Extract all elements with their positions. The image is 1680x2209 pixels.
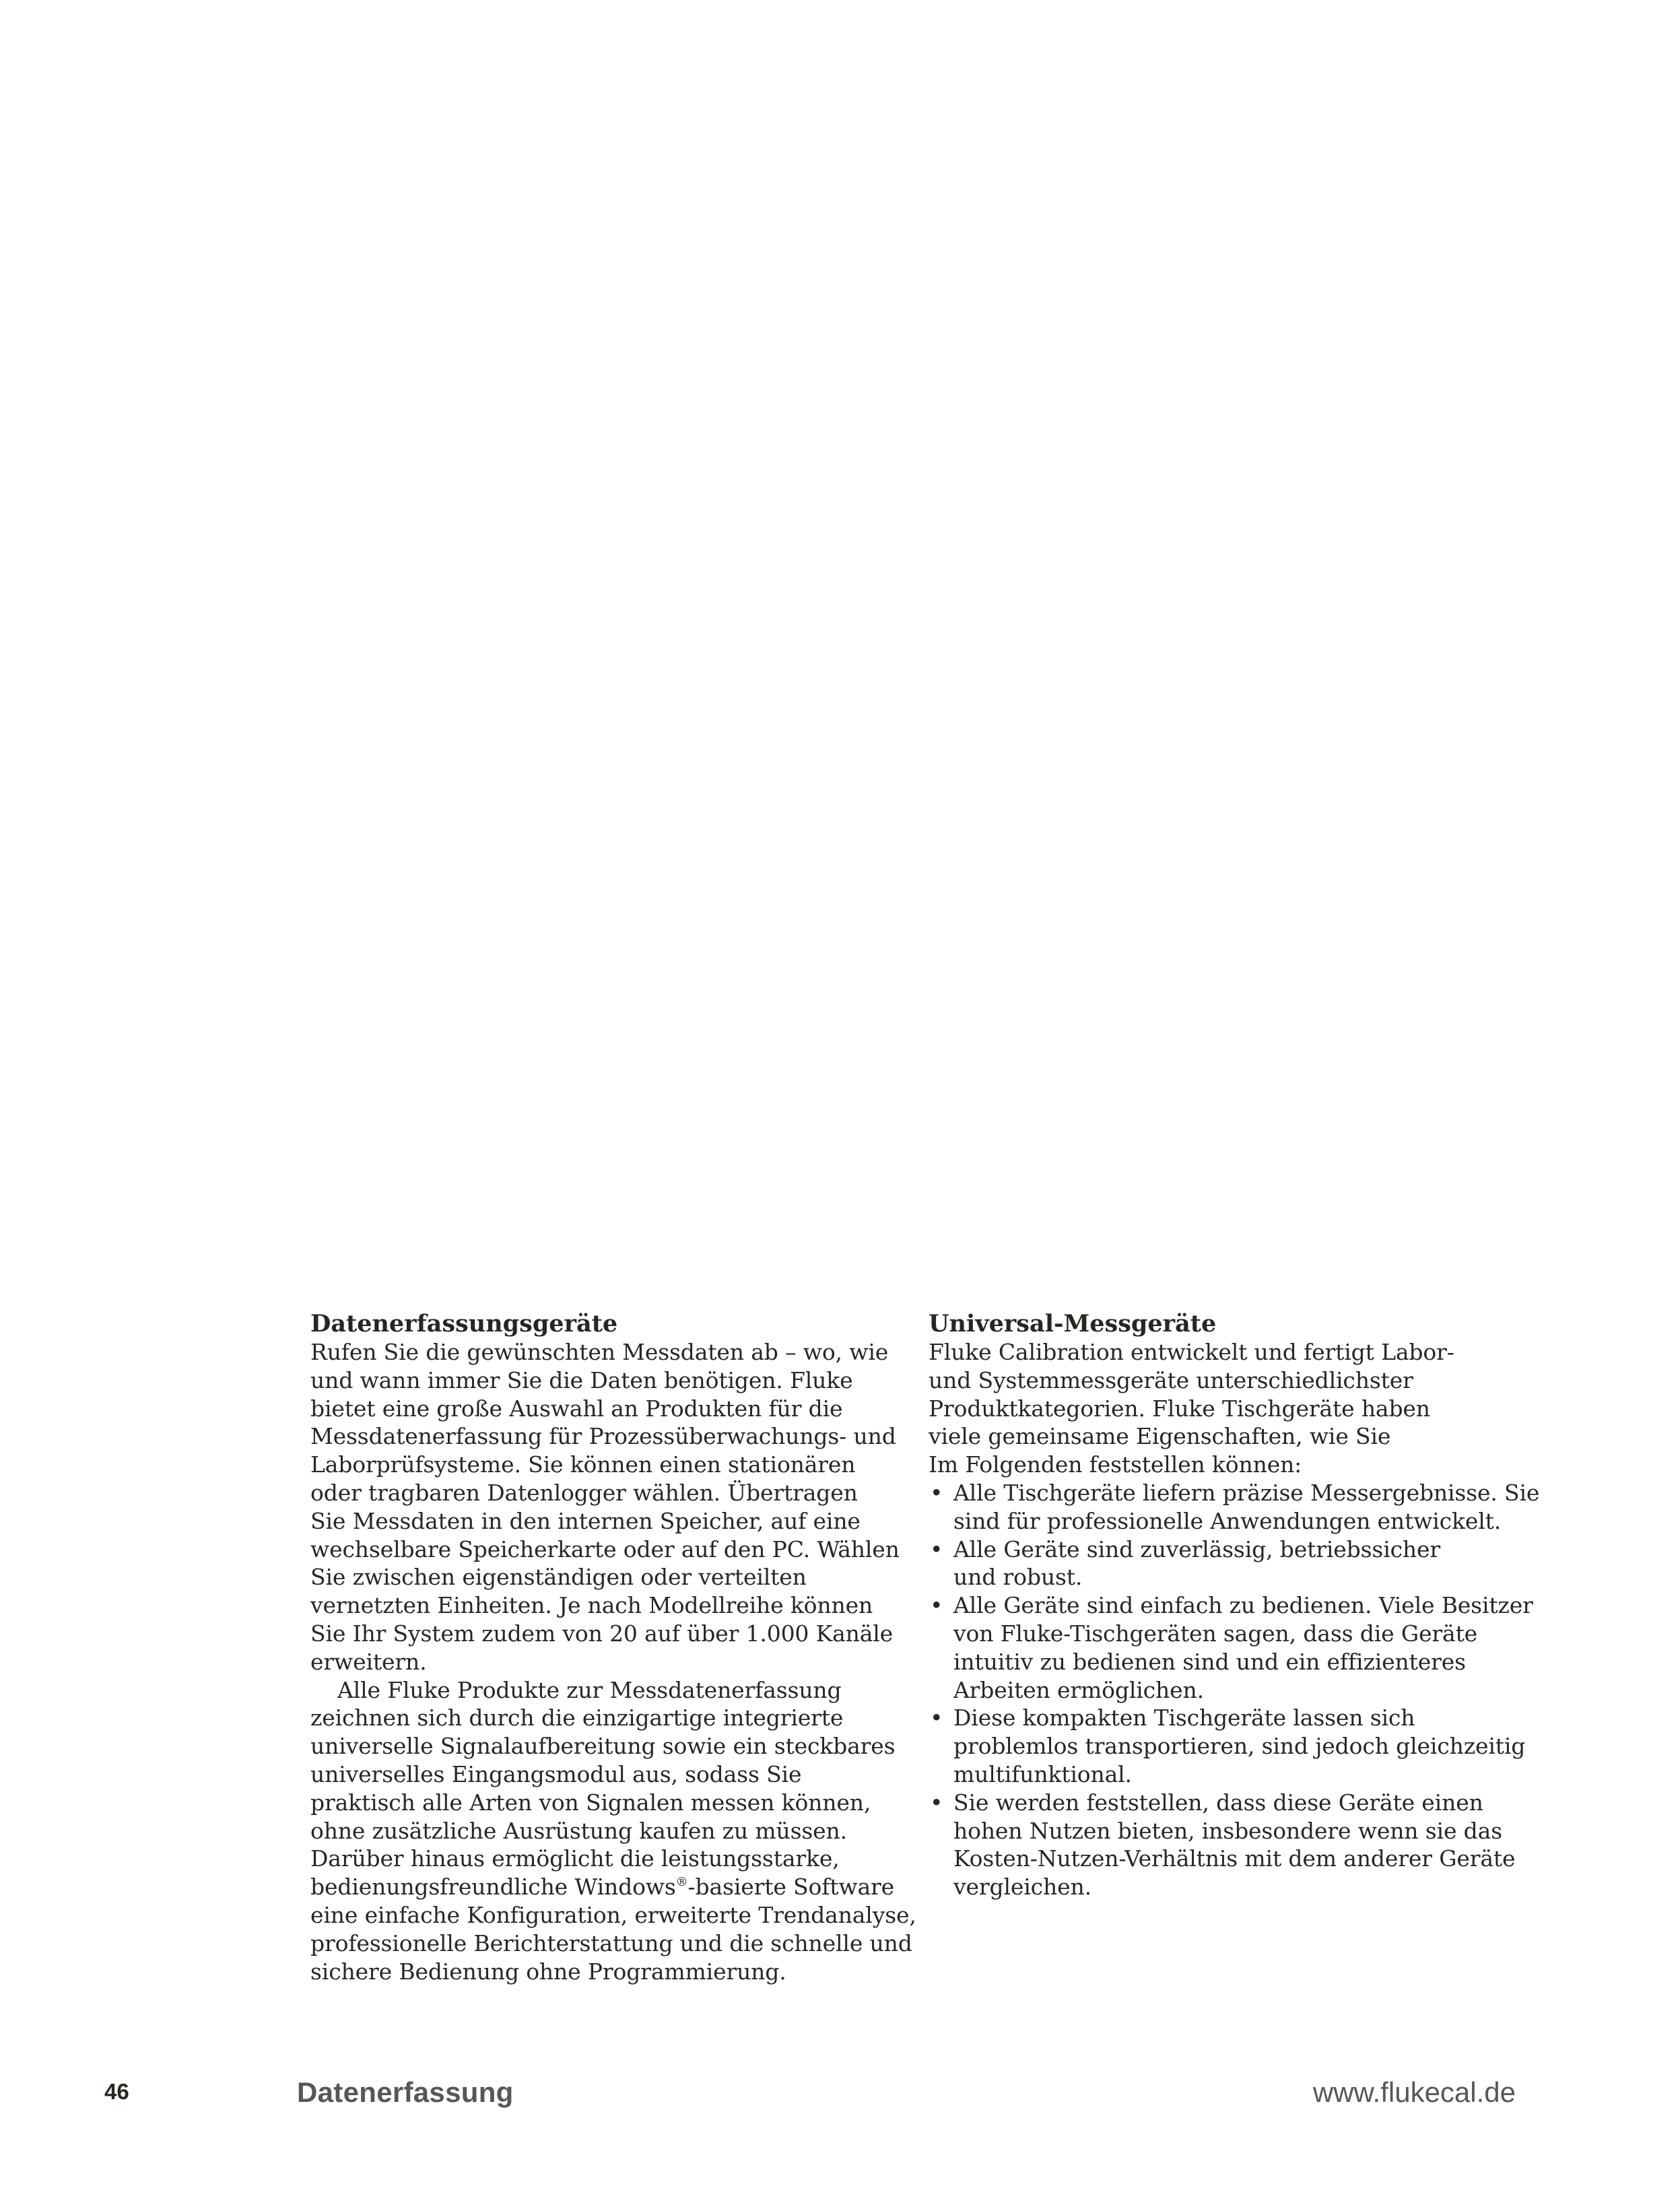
- text-line: Alle Tischgeräte liefern präzise Messerg…: [953, 1479, 1540, 1506]
- text-line: sind für professionelle Anwendungen entw…: [953, 1507, 1502, 1534]
- text-line: Kosten-Nutzen-Verhältnis mit dem anderer…: [953, 1845, 1516, 1872]
- footer-section-title: Datenerfassung: [297, 2076, 514, 2108]
- text-line-windows: bedienungsfreundliche Windows®-basierte …: [310, 1873, 916, 1901]
- text-line: viele gemeinsame Eigenschaften, wie Sie: [929, 1423, 1391, 1450]
- text-line: Sie Ihr System zudem von 20 auf über 1.0…: [310, 1620, 894, 1647]
- text-line: Alle Geräte sind einfach zu bedienen. Vi…: [953, 1592, 1533, 1619]
- text-line: hohen Nutzen bieten, insbesondere wenn s…: [953, 1817, 1502, 1844]
- text-line: Alle Geräte sind zuverlässig, betriebssi…: [953, 1536, 1441, 1562]
- bullet-icon: •: [930, 1479, 943, 1506]
- text-fragment: bedienungsfreundliche Windows: [310, 1874, 676, 1901]
- text-line: erweitern.: [310, 1648, 427, 1675]
- list-item: • Alle Tischgeräte liefern präzise Messe…: [929, 1479, 1540, 1536]
- bullet-icon: •: [930, 1592, 943, 1619]
- text-line: multifunktional.: [953, 1760, 1132, 1787]
- text-line: Rufen Sie die gewünschten Messdaten ab –…: [310, 1339, 889, 1365]
- text-line: oder tragbaren Datenlogger wählen. Übert…: [310, 1479, 858, 1506]
- paragraph-intro-right: Fluke Calibration entwickelt und fertigt…: [929, 1338, 1535, 1479]
- text-line: bietet eine große Auswahl an Produkten f…: [310, 1395, 843, 1422]
- paragraph-intro: Rufen Sie die gewünschten Messdaten ab –…: [310, 1338, 916, 1676]
- text-line: Arbeiten ermöglichen.: [953, 1676, 1204, 1703]
- text-line: universelles Eingangsmodul aus, sodass S…: [310, 1760, 802, 1787]
- section-heading-datenerfassungsgeraete: Datenerfassungsgeräte: [310, 1310, 618, 1338]
- text-line: Sie zwischen eigenständigen oder verteil…: [310, 1564, 807, 1591]
- text-line: und robust.: [953, 1564, 1083, 1591]
- list-item: • Sie werden feststellen, dass diese Ger…: [929, 1789, 1535, 1901]
- text-line: und wann immer Sie die Daten benötigen. …: [310, 1366, 853, 1393]
- list-item: • Alle Geräte sind einfach zu bedienen. …: [929, 1591, 1535, 1704]
- bullet-list: • Alle Tischgeräte liefern präzise Messe…: [929, 1479, 1540, 1901]
- text-line: vergleichen.: [953, 1874, 1091, 1901]
- text-line: professionelle Berichterstattung und die…: [310, 1930, 912, 1956]
- text-line: universelle Signalaufbereitung sowie ein…: [310, 1733, 896, 1760]
- section-heading-universal-messgeraete: Universal-Messgeräte: [929, 1310, 1217, 1338]
- text-line: Laborprüfsysteme. Sie können einen stati…: [310, 1451, 856, 1478]
- bullet-icon: •: [930, 1789, 943, 1816]
- text-line: praktisch alle Arten von Signalen messen…: [310, 1789, 871, 1816]
- text-line: und Systemmessgeräte unterschiedlichster: [929, 1366, 1413, 1393]
- text-line: Fluke Calibration entwickelt und fertigt…: [929, 1339, 1454, 1365]
- text-line: wechselbare Speicherkarte oder auf den P…: [310, 1536, 900, 1562]
- text-line: intuitiv zu bedienen sind und ein effizi…: [953, 1648, 1466, 1675]
- text-line: Darüber hinaus ermöglicht die leistungss…: [310, 1845, 840, 1872]
- text-line: problemlos transportieren, sind jedoch g…: [953, 1733, 1526, 1760]
- page-number: 46: [104, 2079, 129, 2104]
- text-line: ohne zusätzliche Ausrüstung kaufen zu mü…: [310, 1817, 847, 1844]
- text-line: Diese kompakten Tischgeräte lassen sich: [953, 1705, 1415, 1732]
- right-column: Universal-Messgeräte Fluke Calibration e…: [929, 1310, 1540, 1901]
- paragraph-products: Alle Fluke Produkte zur Messdatenerfassu…: [310, 1676, 916, 1986]
- text-line: vernetzten Einheiten. Je nach Modellreih…: [310, 1592, 873, 1619]
- text-line: Sie Messdaten in den internen Speicher, …: [310, 1507, 861, 1534]
- text-line: von Fluke-Tischgeräten sagen, dass die G…: [953, 1620, 1478, 1647]
- bullet-icon: •: [930, 1705, 943, 1732]
- list-item: • Diese kompakten Tischgeräte lassen sic…: [929, 1704, 1535, 1788]
- registered-mark: ®: [675, 1875, 688, 1890]
- text-line: zeichnen sich durch die einzigartige int…: [310, 1705, 844, 1732]
- bullet-icon: •: [930, 1536, 943, 1562]
- text-line: Im Folgenden feststellen können:: [929, 1451, 1302, 1478]
- list-item: • Alle Geräte sind zuverlässig, betriebs…: [929, 1536, 1535, 1592]
- text-line: Produktkategorien. Fluke Tischgeräte hab…: [929, 1395, 1430, 1422]
- text-line: Sie werden feststellen, dass diese Gerät…: [953, 1789, 1483, 1816]
- text-line: Alle Fluke Produkte zur Messdatenerfassu…: [337, 1676, 842, 1703]
- text-line: sichere Bedienung ohne Programmierung.: [310, 1958, 786, 1985]
- text-line: Messdatenerfassung für Prozessüberwachun…: [310, 1423, 896, 1450]
- text-line: eine einfache Konfiguration, erweiterte …: [310, 1901, 916, 1928]
- text-fragment: -basierte Software: [687, 1874, 895, 1901]
- left-column: Datenerfassungsgeräte Rufen Sie die gewü…: [310, 1310, 916, 1985]
- footer-url: www.flukecal.de: [1312, 2076, 1516, 2108]
